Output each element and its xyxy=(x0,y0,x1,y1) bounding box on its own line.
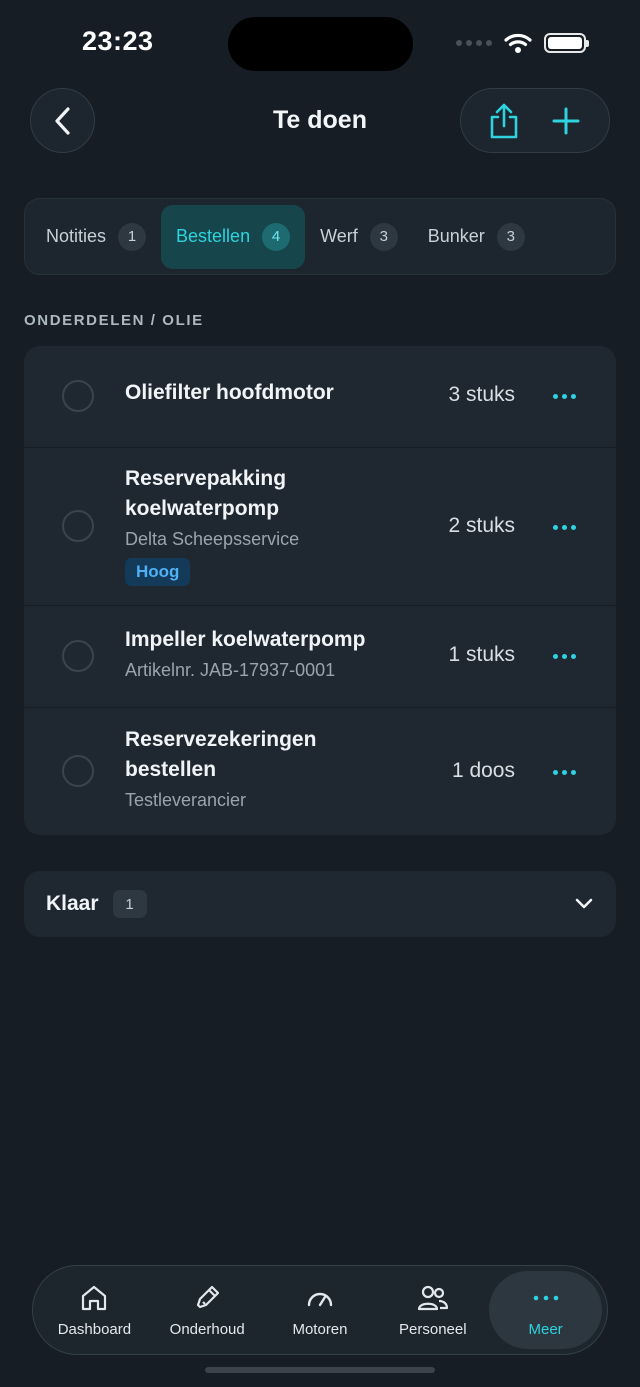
item-quantity: 3 stuks xyxy=(448,383,515,406)
nav-onderhoud[interactable]: Onderhoud xyxy=(151,1271,264,1349)
wifi-icon xyxy=(504,33,532,53)
tab-notities[interactable]: Notities 1 xyxy=(31,205,161,269)
checkbox[interactable] xyxy=(62,640,94,672)
more-options-icon[interactable] xyxy=(553,770,576,775)
nav-meer[interactable]: Meer xyxy=(489,1271,602,1349)
list-item[interactable]: Impeller koelwaterpomp Artikelnr. JAB-17… xyxy=(24,606,616,708)
item-supplier: Delta Scheepsservice xyxy=(125,529,300,549)
item-quantity: 1 stuks xyxy=(448,643,515,666)
item-quantity: 1 doos xyxy=(451,759,515,782)
done-group-label: Klaar xyxy=(46,892,99,915)
more-options-icon[interactable] xyxy=(553,394,576,399)
order-list: Oliefilter hoofdmotor 3 stuks Reservepak… xyxy=(24,346,616,835)
signal-icon xyxy=(456,40,492,46)
nav-label: Meer xyxy=(528,1320,563,1338)
tab-label: Bunker xyxy=(427,226,485,246)
item-quantity: 2 stuks xyxy=(448,514,515,537)
priority-badge: Hoog xyxy=(125,558,191,586)
bottom-navigation: Dashboard Onderhoud Motoren Personeel Me… xyxy=(32,1265,608,1355)
tab-label: Werf xyxy=(320,226,358,246)
header-actions xyxy=(460,88,610,153)
list-item[interactable]: Oliefilter hoofdmotor 3 stuks xyxy=(24,346,616,448)
tab-label: Notities xyxy=(46,226,107,246)
share-button[interactable] xyxy=(479,96,529,146)
list-item[interactable]: Reservepakking koelwaterpomp Delta Schee… xyxy=(24,448,616,606)
checkbox[interactable] xyxy=(62,510,94,542)
item-title: Oliefilter hoofdmotor xyxy=(125,381,334,404)
nav-label: Motoren xyxy=(292,1320,348,1338)
chevron-down-icon xyxy=(575,898,593,909)
tab-count: 3 xyxy=(496,222,525,251)
home-indicator xyxy=(205,1367,435,1373)
nav-label: Personeel xyxy=(399,1320,467,1338)
tab-label: Bestellen xyxy=(176,226,251,246)
more-options-icon[interactable] xyxy=(553,525,576,530)
item-supplier: Testleverancier xyxy=(125,790,247,810)
done-group-toggle[interactable]: Klaar 1 xyxy=(24,871,616,937)
checkbox[interactable] xyxy=(62,380,94,412)
nav-motoren[interactable]: Motoren xyxy=(264,1271,377,1349)
more-options-icon[interactable] xyxy=(553,654,576,659)
home-icon xyxy=(82,1285,107,1310)
more-icon xyxy=(533,1295,558,1300)
section-title: ONDERDELEN / OLIE xyxy=(24,312,204,329)
tab-count: 1 xyxy=(118,222,147,251)
gauge-icon xyxy=(307,1292,333,1306)
item-title-cont: koelwaterpomp xyxy=(125,497,280,520)
tab-bunker[interactable]: Bunker 3 xyxy=(413,205,540,269)
add-button[interactable] xyxy=(541,96,591,146)
tab-count: 3 xyxy=(369,222,398,251)
share-icon xyxy=(490,103,518,138)
tab-bestellen[interactable]: Bestellen 4 xyxy=(161,204,306,269)
wrench-icon xyxy=(197,1285,220,1308)
status-time: 23:23 xyxy=(82,26,154,56)
status-icons xyxy=(456,32,589,54)
list-item[interactable]: Reservezekeringen bestellen Testleveranc… xyxy=(24,708,616,835)
done-group-count: 1 xyxy=(112,890,147,918)
item-title-cont: bestellen xyxy=(125,758,217,781)
item-title: Reservepakking xyxy=(125,467,287,490)
category-tabs: Notities 1 Bestellen 4 Werf 3 Bunker 3 xyxy=(24,198,616,275)
nav-label: Onderhoud xyxy=(169,1320,245,1338)
plus-icon xyxy=(552,107,580,134)
checkbox[interactable] xyxy=(62,755,94,787)
nav-dashboard[interactable]: Dashboard xyxy=(38,1271,151,1349)
tab-count: 4 xyxy=(262,222,291,251)
people-icon xyxy=(417,1285,448,1310)
dynamic-island xyxy=(228,17,413,71)
item-article-number: Artikelnr. JAB-17937-0001 xyxy=(125,660,336,680)
battery-icon xyxy=(544,33,589,53)
item-title: Reservezekeringen xyxy=(125,728,317,751)
nav-personeel[interactable]: Personeel xyxy=(376,1271,489,1349)
nav-label: Dashboard xyxy=(57,1320,132,1338)
tab-werf[interactable]: Werf 3 xyxy=(305,205,413,269)
item-title: Impeller koelwaterpomp xyxy=(125,628,366,651)
